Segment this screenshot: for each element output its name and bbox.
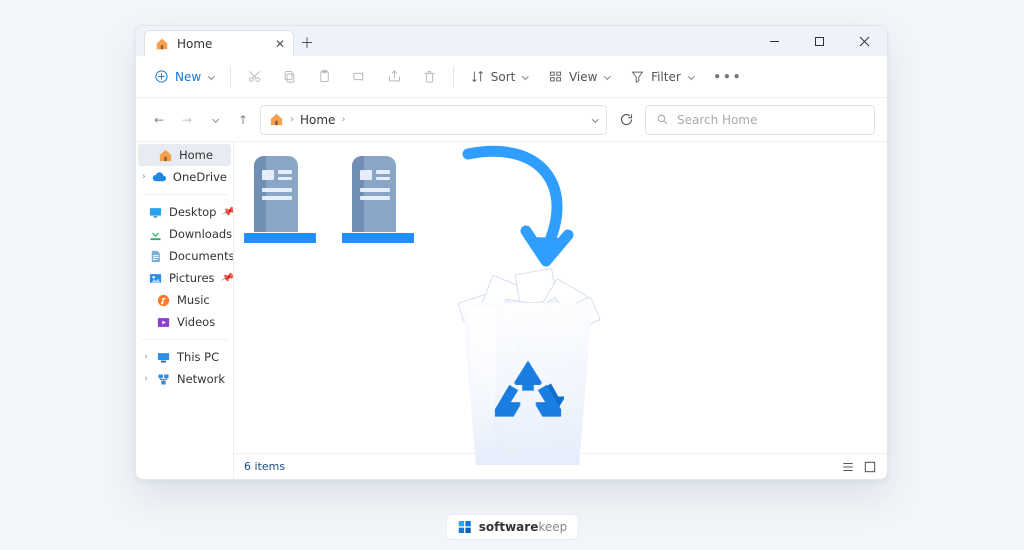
- thispc-icon: [156, 350, 171, 365]
- explorer-body: Home › OneDrive Desktop 📌 Downloads 📌: [136, 142, 887, 479]
- share-icon: [387, 69, 402, 84]
- copy-button[interactable]: [274, 65, 305, 88]
- tab-home[interactable]: Home ✕: [144, 30, 294, 56]
- search-placeholder: Search Home: [677, 113, 757, 127]
- close-window-button[interactable]: [842, 26, 887, 56]
- file-tombstone-icon: [342, 154, 406, 232]
- sort-icon: [470, 69, 485, 84]
- nav-forward-button[interactable]: →: [176, 109, 198, 131]
- sidebar-item-pictures[interactable]: Pictures 📌: [136, 267, 233, 289]
- sidebar-label: Pictures: [169, 271, 215, 285]
- new-tab-button[interactable]: ＋: [294, 30, 320, 56]
- sort-label: Sort: [491, 70, 516, 84]
- address-location: Home: [300, 113, 335, 127]
- status-bar: 6 items: [234, 453, 887, 479]
- brand-suffix: keep: [538, 520, 567, 534]
- sidebar-label: Desktop: [169, 205, 216, 219]
- pin-icon: 📌: [219, 271, 234, 286]
- search-icon: [656, 113, 669, 126]
- network-icon: [156, 372, 171, 387]
- nav-recent-button[interactable]: [204, 109, 226, 131]
- sidebar-label: Music: [177, 293, 210, 307]
- sidebar-label: OneDrive: [173, 170, 227, 184]
- view-label: View: [569, 70, 597, 84]
- brand-prefix: software: [479, 520, 539, 534]
- videos-icon: [156, 315, 171, 330]
- copy-icon: [282, 69, 297, 84]
- content-pane: 6 items: [234, 142, 887, 479]
- address-row: ← → ↑ › Home › Search Home: [136, 98, 887, 142]
- new-label: New: [175, 70, 201, 84]
- delete-button[interactable]: [414, 65, 445, 88]
- item-count: 6 items: [244, 460, 285, 473]
- close-tab-icon[interactable]: ✕: [275, 37, 285, 51]
- nav-back-button[interactable]: ←: [148, 109, 170, 131]
- sidebar-item-documents[interactable]: Documents 📌: [136, 245, 233, 267]
- window-controls: [752, 26, 887, 56]
- home-icon: [158, 148, 173, 163]
- paste-icon: [317, 69, 332, 84]
- address-bar[interactable]: › Home ›: [260, 105, 607, 135]
- filter-label: Filter: [651, 70, 681, 84]
- sidebar-item-music[interactable]: Music: [136, 289, 233, 311]
- details-view-icon[interactable]: [841, 460, 855, 474]
- cloud-icon: [152, 170, 167, 185]
- sidebar-item-onedrive[interactable]: › OneDrive: [136, 166, 233, 188]
- cut-button[interactable]: [239, 65, 270, 88]
- trash-icon: [422, 69, 437, 84]
- file-explorer-window: Home ✕ ＋ New Sort View: [135, 25, 888, 480]
- nav-up-button[interactable]: ↑: [232, 109, 254, 131]
- cut-icon: [247, 69, 262, 84]
- music-icon: [156, 293, 171, 308]
- file-list: [234, 142, 887, 243]
- view-icon: [548, 69, 563, 84]
- address-dropdown-icon[interactable]: [592, 116, 598, 122]
- documents-icon: [148, 249, 163, 264]
- sidebar-item-network[interactable]: › Network: [136, 368, 233, 390]
- titlebar: Home ✕ ＋: [136, 26, 887, 56]
- pictures-icon: [148, 271, 163, 286]
- more-button[interactable]: •••: [705, 66, 750, 88]
- sidebar-label: Network: [177, 372, 225, 386]
- sort-button[interactable]: Sort: [462, 65, 536, 88]
- tab-label: Home: [177, 37, 212, 51]
- sidebar-item-desktop[interactable]: Desktop 📌: [136, 201, 233, 223]
- rename-button[interactable]: [344, 65, 375, 88]
- pin-icon: 📌: [221, 205, 234, 220]
- file-item[interactable]: [342, 154, 414, 243]
- brand-logo-icon: [457, 519, 473, 535]
- thumbnails-view-icon[interactable]: [863, 460, 877, 474]
- brand-badge: softwarekeep: [446, 514, 579, 540]
- downloads-icon: [148, 227, 163, 242]
- minimize-button[interactable]: [752, 26, 797, 56]
- sidebar: Home › OneDrive Desktop 📌 Downloads 📌: [136, 142, 234, 479]
- filter-button[interactable]: Filter: [622, 65, 701, 88]
- home-icon: [155, 37, 169, 51]
- view-button[interactable]: View: [540, 65, 618, 88]
- sidebar-label: Documents: [169, 249, 234, 263]
- home-icon: [269, 112, 284, 127]
- search-box[interactable]: Search Home: [645, 105, 875, 135]
- file-item[interactable]: [244, 154, 316, 243]
- new-button[interactable]: New: [146, 65, 222, 88]
- desktop-icon: [148, 205, 163, 220]
- sidebar-label: Home: [179, 148, 213, 162]
- maximize-button[interactable]: [797, 26, 842, 56]
- filter-icon: [630, 69, 645, 84]
- sidebar-item-videos[interactable]: Videos: [136, 311, 233, 333]
- refresh-button[interactable]: [613, 105, 639, 135]
- refresh-icon: [619, 112, 634, 127]
- sidebar-item-downloads[interactable]: Downloads 📌: [136, 223, 233, 245]
- sidebar-label: This PC: [177, 350, 219, 364]
- sidebar-label: Videos: [177, 315, 215, 329]
- sidebar-item-thispc[interactable]: › This PC: [136, 346, 233, 368]
- paste-button[interactable]: [309, 65, 340, 88]
- toolbar: New Sort View Filter •••: [136, 56, 887, 98]
- share-button[interactable]: [379, 65, 410, 88]
- file-tombstone-icon: [244, 154, 308, 232]
- sidebar-label: Downloads: [169, 227, 232, 241]
- sidebar-item-home[interactable]: Home: [138, 144, 231, 166]
- plus-circle-icon: [154, 69, 169, 84]
- rename-icon: [352, 69, 367, 84]
